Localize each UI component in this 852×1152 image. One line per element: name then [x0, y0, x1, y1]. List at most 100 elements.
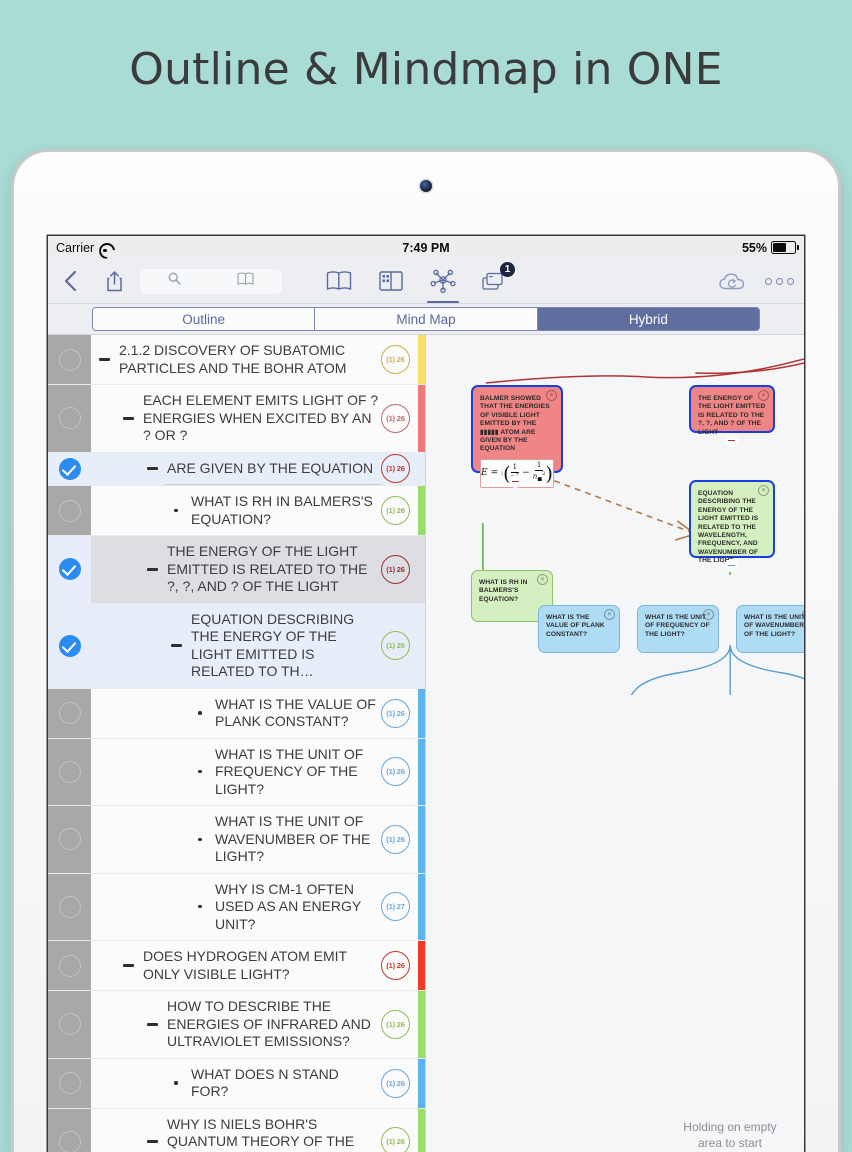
chevron-left-icon[interactable]: [48, 270, 92, 292]
mindmap-node-eqdesc[interactable]: ☰ EQUATION DESCRIBING THE ENERGY OF THE …: [689, 480, 775, 558]
collapse-toggle-energy[interactable]: [725, 434, 738, 447]
node-handle-icon[interactable]: ☰: [604, 609, 615, 620]
checkbox-checked-icon[interactable]: [59, 558, 81, 580]
collapse-dash-icon[interactable]: [139, 1140, 165, 1143]
row-checkbox-gutter[interactable]: [48, 385, 91, 452]
checkbox-empty-icon[interactable]: [59, 407, 81, 429]
tab-hybrid[interactable]: Hybrid: [538, 308, 759, 330]
row-body[interactable]: THE ENERGY OF THE LIGHT EMITTED IS RELAT…: [91, 536, 418, 603]
row-body[interactable]: DOES HYDROGEN ATOM EMIT ONLY VISIBLE LIG…: [91, 941, 418, 990]
outline-row[interactable]: WHAT IS THE UNIT OF FREQUENCY OF THE LIG…: [48, 739, 425, 807]
row-checkbox-gutter[interactable]: [48, 536, 91, 603]
row-checkbox-gutter[interactable]: [48, 991, 91, 1058]
mindmap-node-wavenumber[interactable]: ☰ WHAT IS THE UNIT OF WAVENUMBER OF THE …: [736, 605, 804, 653]
tab-outline[interactable]: Outline: [93, 308, 315, 330]
mindmap-node-plank[interactable]: ☰ WHAT IS THE VALUE OF PLANK CONSTANT?: [538, 605, 620, 653]
mindmap-panel[interactable]: ☰ BALMER SHOWED THAT THE ENERGIES OF VIS…: [426, 335, 804, 1152]
row-body[interactable]: WHAT IS THE UNIT OF WAVENUMBER OF THE LI…: [91, 806, 418, 873]
row-body[interactable]: WHAT IS THE UNIT OF FREQUENCY OF THE LIG…: [91, 739, 418, 806]
cards-icon[interactable]: 1: [482, 268, 508, 294]
node-handle-icon[interactable]: ☰: [758, 485, 769, 496]
row-body[interactable]: HOW TO DESCRIBE THE ENERGIES OF INFRARED…: [91, 991, 418, 1058]
more-dots-icon[interactable]: [765, 278, 794, 285]
row-body[interactable]: WHAT DOES N STAND FOR?(1) 26: [91, 1059, 418, 1108]
row-checkbox-gutter[interactable]: [48, 874, 91, 941]
row-checkbox-gutter[interactable]: [48, 1059, 91, 1108]
outline-row[interactable]: WHAT DOES N STAND FOR?(1) 26: [48, 1059, 425, 1109]
outline-panel[interactable]: 2.1.2 DISCOVERY OF SUBATOMIC PARTICLES A…: [48, 335, 426, 1152]
checkbox-empty-icon[interactable]: [59, 1131, 81, 1152]
checkbox-empty-icon[interactable]: [59, 828, 81, 850]
cloud-sync-icon[interactable]: [719, 272, 745, 291]
node-handle-icon[interactable]: ☰: [703, 609, 714, 620]
row-text: THE ENERGY OF THE LIGHT EMITTED IS RELAT…: [165, 536, 381, 603]
mindmap-node-frequency[interactable]: ☰ WHAT IS THE UNIT OF FREQUENCY OF THE L…: [637, 605, 719, 653]
row-checkbox-gutter[interactable]: [48, 1109, 91, 1152]
row-checkbox-gutter[interactable]: [48, 604, 91, 688]
leaf-dot-icon: [187, 838, 213, 841]
row-checkbox-gutter[interactable]: [48, 806, 91, 873]
share-icon[interactable]: [92, 270, 136, 292]
row-checkbox-gutter[interactable]: [48, 739, 91, 806]
search-input[interactable]: [140, 269, 282, 294]
book-icon[interactable]: [326, 268, 352, 294]
checkbox-empty-icon[interactable]: [59, 702, 81, 724]
split-view-icon[interactable]: [378, 268, 404, 294]
row-body[interactable]: WHY IS CM-1 OFTEN USED AS AN ENERGY UNIT…: [91, 874, 418, 941]
checkbox-empty-icon[interactable]: [59, 761, 81, 783]
checkbox-empty-icon[interactable]: [59, 1013, 81, 1035]
row-body[interactable]: ARE GIVEN BY THE EQUATION(1) 26: [91, 453, 418, 486]
row-body[interactable]: WHAT IS THE VALUE OF PLANK CONSTANT?(1) …: [91, 689, 418, 738]
outline-row[interactable]: WHY IS NIELS BOHR'S QUANTUM THEORY OF TH…: [48, 1109, 425, 1152]
row-color-stripe: [418, 739, 425, 806]
row-checkbox-gutter[interactable]: [48, 486, 91, 535]
outline-row[interactable]: EQUATION DESCRIBING THE ENERGY OF THE LI…: [48, 604, 425, 689]
outline-row[interactable]: WHAT IS THE VALUE OF PLANK CONSTANT?(1) …: [48, 689, 425, 739]
row-checkbox-gutter[interactable]: [48, 453, 91, 486]
collapse-dash-icon[interactable]: [115, 964, 141, 967]
mindmap-node-energy[interactable]: ☰ THE ENERGY OF THE LIGHT EMITTED IS REL…: [689, 385, 775, 433]
collapse-dash-icon[interactable]: [115, 417, 141, 420]
collapse-toggle-eqdesc[interactable]: [725, 559, 738, 572]
checkbox-empty-icon[interactable]: [59, 349, 81, 371]
outline-row[interactable]: ARE GIVEN BY THE EQUATION(1) 26: [48, 453, 425, 487]
checkbox-empty-icon[interactable]: [59, 896, 81, 918]
checkbox-checked-icon[interactable]: [59, 458, 81, 480]
row-checkbox-gutter[interactable]: [48, 689, 91, 738]
outline-row[interactable]: WHY IS CM-1 OFTEN USED AS AN ENERGY UNIT…: [48, 874, 425, 942]
collapse-dash-icon[interactable]: [139, 568, 165, 571]
outline-row[interactable]: DOES HYDROGEN ATOM EMIT ONLY VISIBLE LIG…: [48, 941, 425, 991]
tab-mind-map[interactable]: Mind Map: [315, 308, 537, 330]
collapse-toggle-balmer[interactable]: [509, 475, 522, 488]
outline-row[interactable]: EACH ELEMENT EMITS LIGHT OF ? ENERGIES W…: [48, 385, 425, 453]
device-screen: Carrier 7:49 PM 55%: [48, 236, 804, 1152]
row-body[interactable]: WHY IS NIELS BOHR'S QUANTUM THEORY OF TH…: [91, 1109, 418, 1152]
row-body[interactable]: EQUATION DESCRIBING THE ENERGY OF THE LI…: [91, 604, 418, 688]
node-handle-icon[interactable]: ☰: [537, 574, 548, 585]
checkbox-checked-icon[interactable]: [59, 635, 81, 657]
row-body[interactable]: EACH ELEMENT EMITS LIGHT OF ? ENERGIES W…: [91, 385, 418, 452]
collapse-dash-icon[interactable]: [91, 358, 117, 361]
collapse-dash-icon[interactable]: [163, 644, 189, 647]
row-checkbox-gutter[interactable]: [48, 335, 91, 384]
collapse-dash-icon[interactable]: [139, 467, 165, 470]
row-body[interactable]: WHAT IS RH IN BALMERS'S EQUATION?(1) 26: [91, 486, 418, 535]
checkbox-empty-icon[interactable]: [59, 955, 81, 977]
outline-row[interactable]: 2.1.2 DISCOVERY OF SUBATOMIC PARTICLES A…: [48, 335, 425, 385]
row-checkbox-gutter[interactable]: [48, 941, 91, 990]
row-count-badge: (1) 26: [381, 1010, 410, 1039]
node-handle-icon[interactable]: ☰: [758, 390, 769, 401]
mindmap-node-wavenumber-text: WHAT IS THE UNIT OF WAVENUMBER OF THE LI…: [744, 614, 804, 638]
outline-row[interactable]: HOW TO DESCRIBE THE ENERGIES OF INFRARED…: [48, 991, 425, 1059]
checkbox-empty-icon[interactable]: [59, 1072, 81, 1094]
checkbox-empty-icon[interactable]: [59, 500, 81, 522]
outline-row[interactable]: WHAT IS RH IN BALMERS'S EQUATION?(1) 26: [48, 486, 425, 536]
node-handle-icon[interactable]: ☰: [546, 390, 557, 401]
collapse-dash-icon[interactable]: [139, 1023, 165, 1026]
mindmap-node-balmer[interactable]: ☰ BALMER SHOWED THAT THE ENERGIES OF VIS…: [471, 385, 563, 473]
bookmark-icon[interactable]: [237, 272, 254, 291]
outline-row[interactable]: WHAT IS THE UNIT OF WAVENUMBER OF THE LI…: [48, 806, 425, 874]
row-body[interactable]: 2.1.2 DISCOVERY OF SUBATOMIC PARTICLES A…: [91, 335, 418, 384]
mindmap-icon[interactable]: [430, 268, 456, 294]
outline-row[interactable]: THE ENERGY OF THE LIGHT EMITTED IS RELAT…: [48, 536, 425, 604]
